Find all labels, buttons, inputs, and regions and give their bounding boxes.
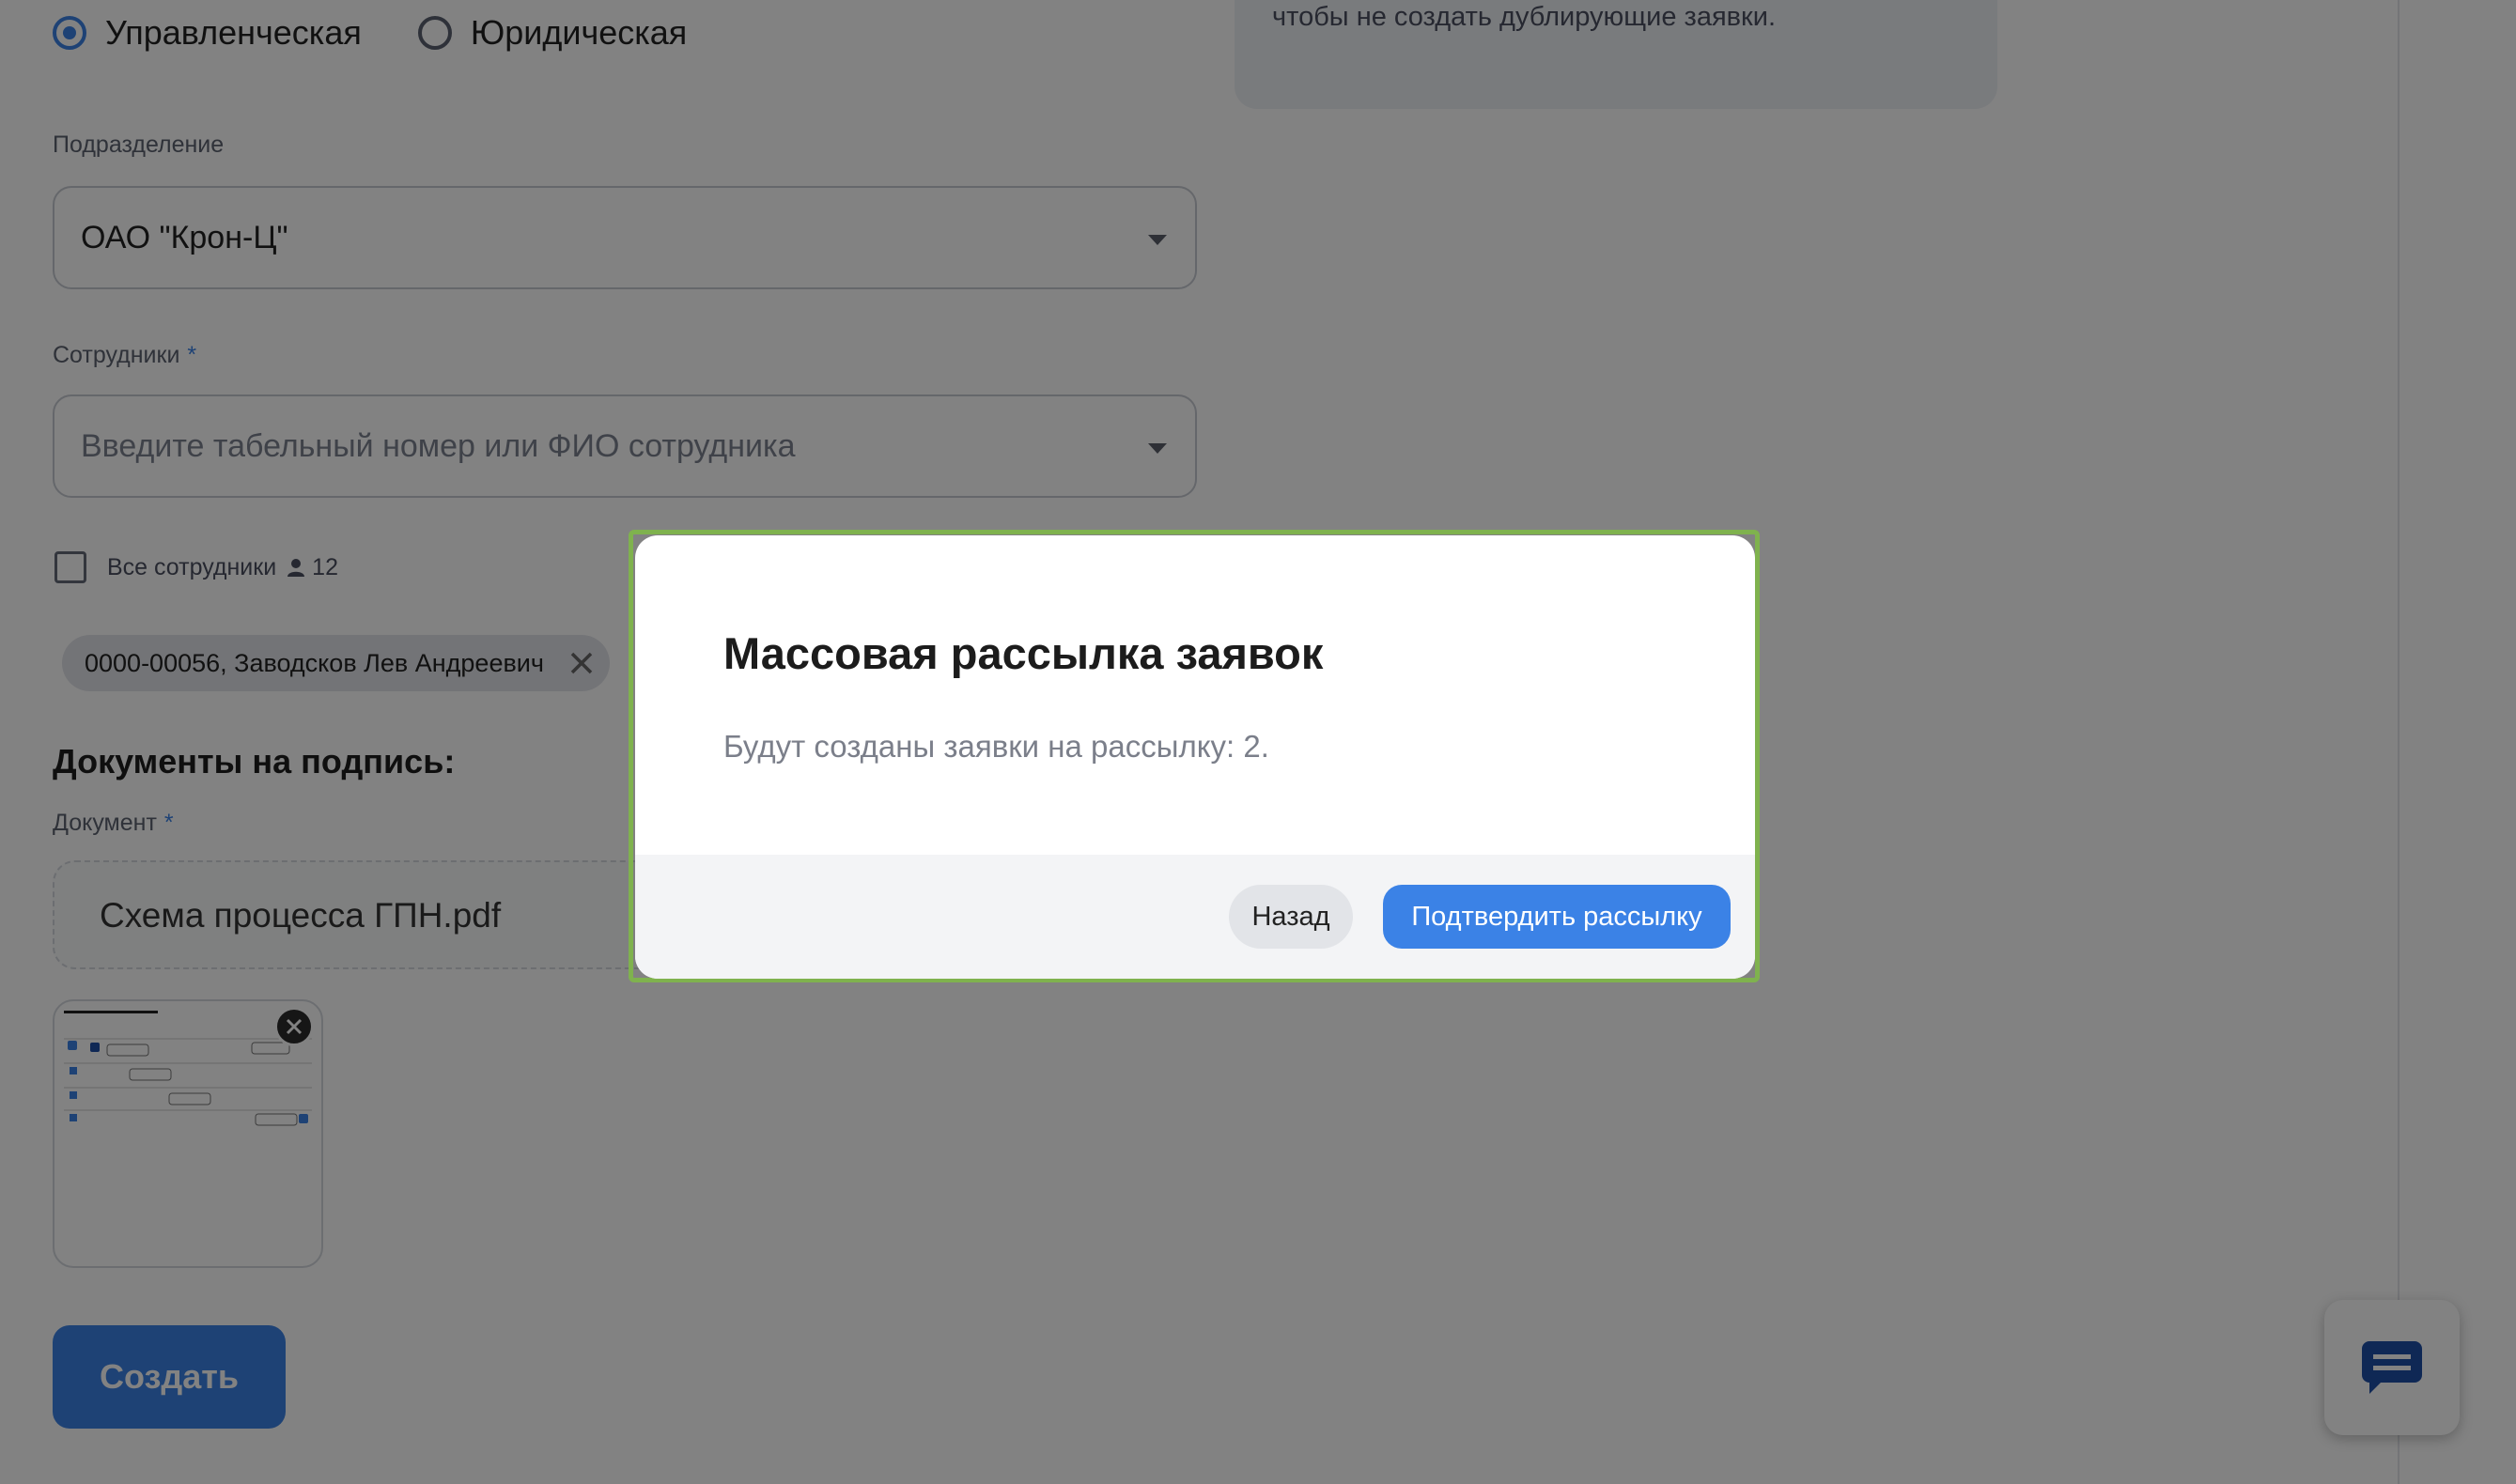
confirm-mailing-button[interactable]: Подтвердить рассылку (1383, 885, 1731, 949)
dialog-title: Массовая рассылка заявок (723, 628, 1324, 678)
dialog-message: Будут созданы заявки на рассылку: 2. (723, 729, 1269, 764)
dialog-footer: Назад Подтвердить рассылку (635, 855, 1755, 979)
back-button[interactable]: Назад (1229, 885, 1353, 949)
confirm-dialog: Массовая рассылка заявок Будут созданы з… (635, 535, 1755, 979)
